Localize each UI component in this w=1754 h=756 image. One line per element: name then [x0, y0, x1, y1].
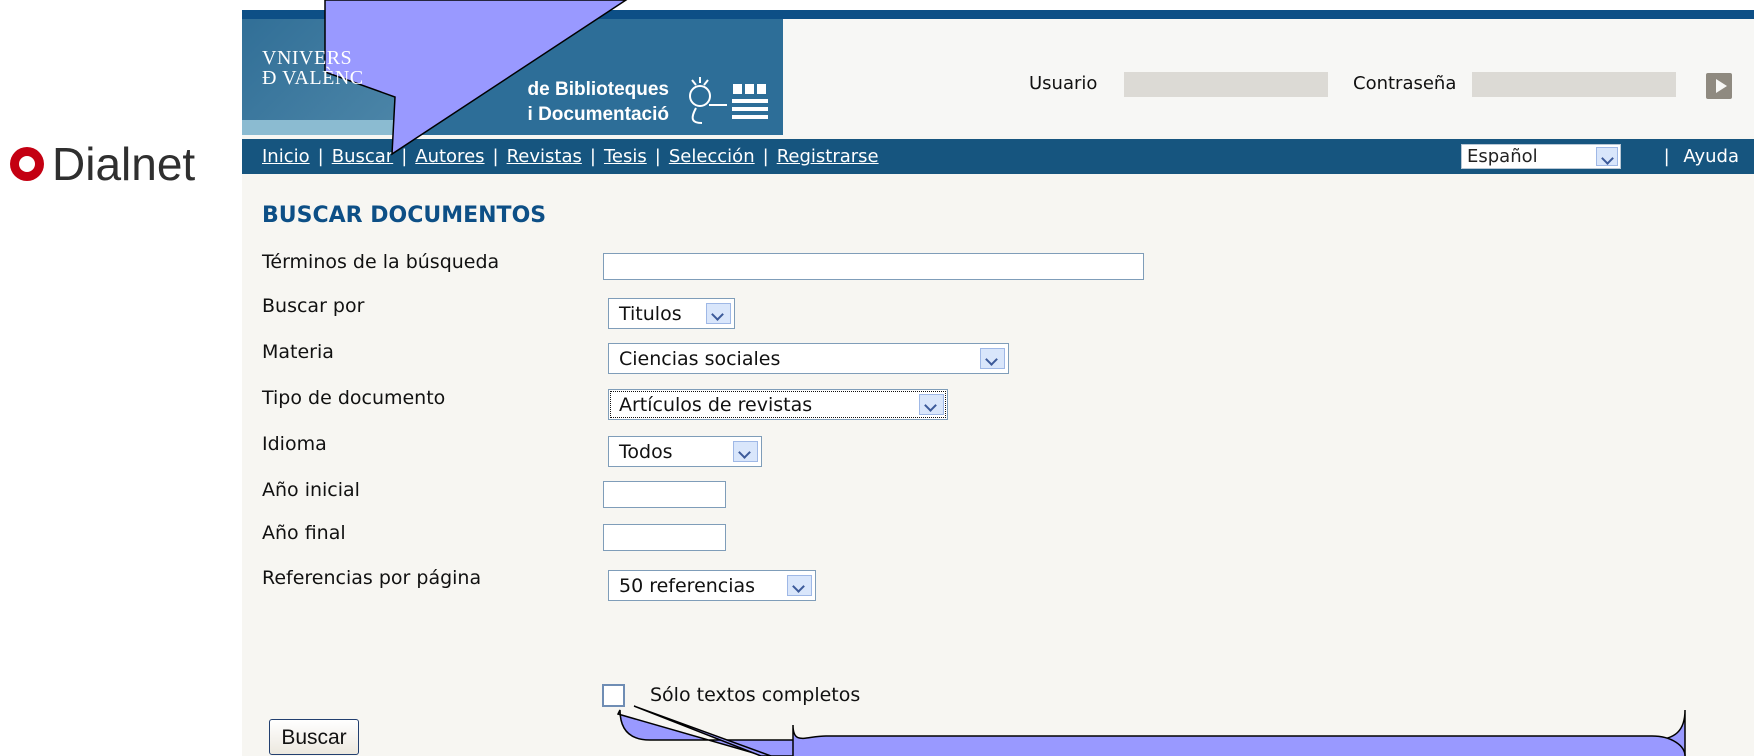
full-text-label: Sólo textos completos — [650, 684, 861, 706]
nav-separator: | — [762, 146, 769, 167]
references-label: Referencias por página — [262, 567, 482, 589]
references-select[interactable]: 50 referencias — [608, 570, 816, 601]
nav-link-registrarse[interactable]: Registrarse — [777, 146, 879, 167]
chevron-down-icon[interactable] — [1596, 147, 1618, 166]
library-name-text: de Biblioteques i Documentació — [527, 79, 669, 125]
dialnet-search-page: VNIVERS Ð VALÈNC de Biblioteques i Docum… — [242, 10, 1754, 756]
nav-link-inicio[interactable]: Inicio — [262, 146, 310, 167]
page-title: BUSCAR DOCUMENTOS — [262, 203, 547, 228]
nav-separator: | — [1663, 146, 1670, 167]
end-year-label: Año final — [262, 522, 346, 544]
dialnet-logo[interactable]: Dialnet — [10, 141, 195, 187]
language-select-value: Español — [1467, 146, 1538, 167]
login-area: Usuario Contraseña — [783, 72, 1754, 99]
search-content: BUSCAR DOCUMENTOS Términos de la búsqued… — [242, 174, 1754, 756]
chevron-down-icon[interactable] — [787, 575, 812, 596]
document-type-select[interactable]: Artículos de revistas — [608, 389, 948, 420]
help-link-wrapper: | Ayuda — [1656, 139, 1739, 174]
search-submit-button[interactable]: Buscar — [269, 719, 359, 755]
language-select[interactable]: Español — [1461, 144, 1621, 169]
user-label: Usuario — [1029, 73, 1098, 94]
nav-separator: | — [654, 146, 661, 167]
nav-separator: | — [492, 146, 499, 167]
nav-link-revistas[interactable]: Revistas — [507, 146, 582, 167]
nav-separator: | — [317, 146, 324, 167]
nav-link-tesis[interactable]: Tesis — [604, 146, 647, 167]
subject-label: Materia — [262, 341, 334, 363]
main-navigation: Inicio | Buscar | Autores | Revistas | Tesis | Sel… — [242, 139, 1754, 174]
nav-link-buscar[interactable]: Buscar — [332, 146, 393, 167]
help-link[interactable]: Ayuda — [1683, 146, 1739, 167]
nav-separator: | — [401, 146, 408, 167]
nav-link-list: Inicio | Buscar | Autores | Revistas | Tesis | Sel… — [262, 139, 879, 174]
play-arrow-icon[interactable] — [1706, 73, 1732, 99]
references-select-value: 50 referencias — [619, 575, 756, 597]
top-color-band — [242, 10, 1754, 19]
dialnet-brand-text: Dialnet — [52, 138, 196, 190]
page-root: Dialnet VNIVERS Ð VALÈNC de Biblioteques… — [0, 0, 1754, 756]
search-by-select[interactable]: Titulos — [608, 298, 735, 329]
search-by-select-value: Titulos — [619, 303, 682, 325]
document-type-select-value: Artículos de revistas — [619, 394, 813, 416]
document-type-label: Tipo de documento — [262, 387, 446, 409]
search-by-label: Buscar por — [262, 295, 365, 317]
start-year-label: Año inicial — [262, 479, 360, 501]
password-label: Contraseña — [1353, 73, 1457, 94]
nav-link-seleccion[interactable]: Selección — [669, 146, 755, 167]
nav-separator: | — [589, 146, 596, 167]
university-logo-text: VNIVERS Ð VALÈNC — [262, 47, 364, 89]
subject-select-value: Ciencias sociales — [619, 348, 781, 370]
document-language-select[interactable]: Todos — [608, 436, 762, 467]
search-terms-input[interactable] — [603, 253, 1144, 280]
university-library-banner[interactable]: VNIVERS Ð VALÈNC de Biblioteques i Docum… — [242, 19, 783, 135]
library-logo-icon — [689, 77, 768, 124]
chevron-down-icon[interactable] — [706, 303, 731, 324]
start-year-input[interactable] — [603, 481, 726, 508]
document-language-select-value: Todos — [619, 441, 673, 463]
dialnet-logo-icon — [10, 147, 44, 181]
password-input[interactable] — [1472, 72, 1676, 97]
chevron-down-icon[interactable] — [919, 394, 944, 415]
subject-select[interactable]: Ciencias sociales — [608, 343, 1009, 374]
terms-label: Términos de la búsqueda — [262, 251, 500, 273]
chevron-down-icon[interactable] — [980, 348, 1005, 369]
nav-link-autores[interactable]: Autores — [415, 146, 484, 167]
end-year-input[interactable] — [603, 524, 726, 551]
full-text-checkbox[interactable] — [602, 684, 625, 707]
chevron-down-icon[interactable] — [733, 441, 758, 462]
user-input[interactable] — [1124, 72, 1328, 97]
language-label: Idioma — [262, 433, 327, 455]
